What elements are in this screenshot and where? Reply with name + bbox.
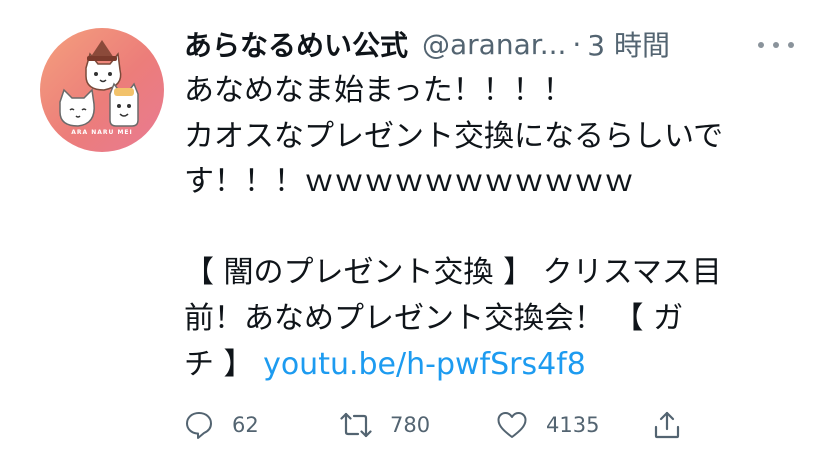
tweet-text-last-line: チ 】 youtu.be/h-pwfSrs4f8 <box>184 342 794 388</box>
reply-icon <box>186 412 212 439</box>
tweet-text-line: 【 闇のプレゼント交換 】 クリスマス目 <box>184 255 722 291</box>
tweet-link[interactable]: youtu.be/h-pwfSrs4f8 <box>263 347 586 382</box>
share-button[interactable] <box>652 408 682 442</box>
heart-icon <box>497 412 527 438</box>
tweet-text-line: す！！！ｗｗｗｗｗｗｗｗｗｗｗ <box>184 164 634 200</box>
like-count: 4135 <box>546 413 600 437</box>
tweet-text-line: 前！あなめプレゼント交換会！ 【 ガ <box>184 300 684 336</box>
tweet-text-line: チ 】 <box>184 346 264 382</box>
more-options-icon[interactable] <box>758 34 794 56</box>
retweet-count: 780 <box>390 413 431 437</box>
display-name[interactable]: あらなるめい公式 <box>184 24 408 64</box>
avatar-logo-text: ARA NARU MEI <box>71 129 133 136</box>
tweet-actions: 62 780 4135 <box>184 408 704 442</box>
share-icon <box>654 411 680 439</box>
avatar[interactable]: ARA NARU MEI <box>40 28 164 152</box>
tweet-body: あなめなま始まった！！！！ カオスなプレゼント交換になるらしいで す！！！ｗｗｗ… <box>184 68 794 387</box>
user-handle[interactable]: @aranar... <box>422 28 566 61</box>
retweet-icon <box>340 412 372 438</box>
tweet-text-line: あなめなま始まった！！！！ <box>184 73 573 108</box>
tweet-text-line: カオスなプレゼント交換になるらしいで <box>184 118 724 154</box>
reply-count: 62 <box>232 413 259 437</box>
like-button[interactable]: 4135 <box>496 408 599 442</box>
tweet-text-line <box>184 205 794 251</box>
reply-button[interactable]: 62 <box>184 408 259 442</box>
tweet-header: あらなるめい公式 @aranar... · 3 時間 <box>184 26 794 62</box>
timestamp[interactable]: 3 時間 <box>587 24 670 64</box>
separator-dot: · <box>572 27 582 61</box>
retweet-button[interactable]: 780 <box>340 408 430 442</box>
